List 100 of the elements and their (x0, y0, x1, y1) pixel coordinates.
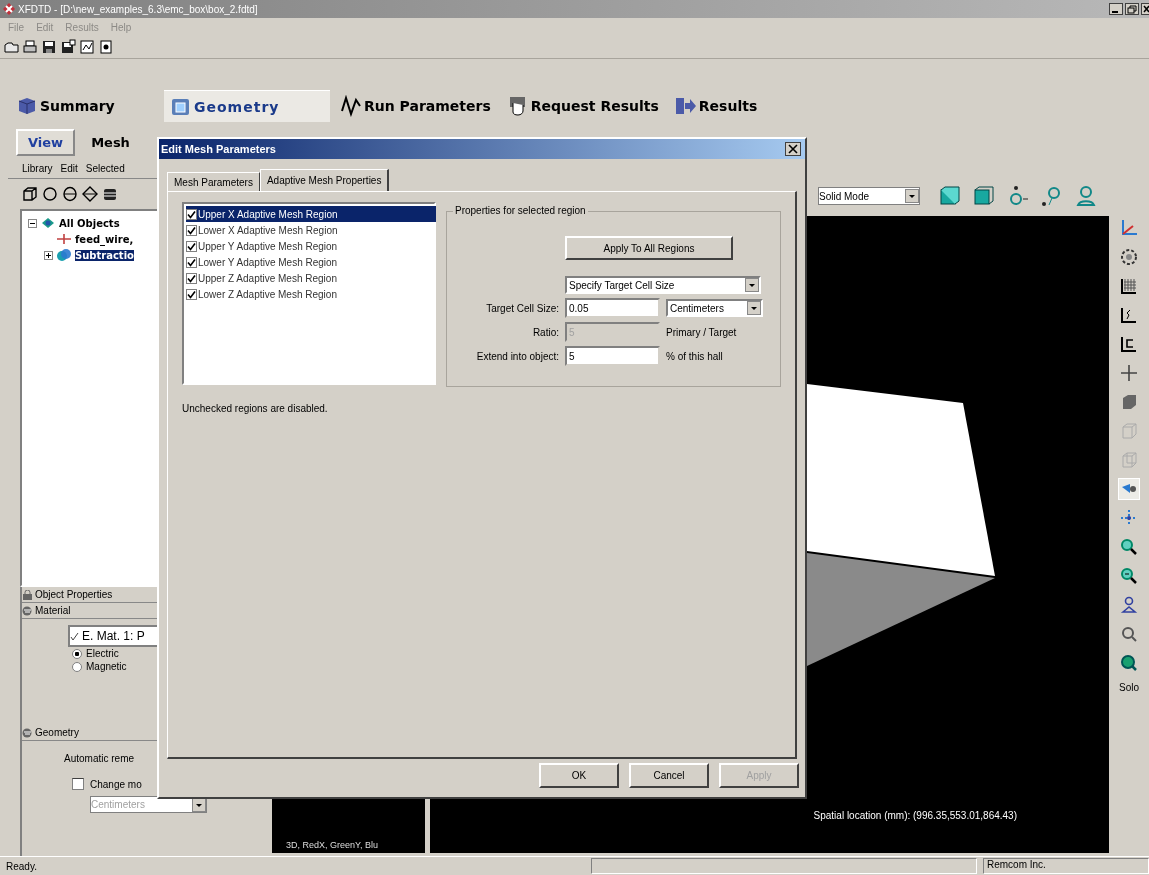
objects-icon (56, 248, 72, 262)
collapse-icon (22, 727, 33, 738)
radio-label: Magnetic (86, 661, 127, 672)
field-label: Ratio: (531, 326, 559, 338)
zoom-icon[interactable] (1119, 566, 1139, 586)
menu-item[interactable]: Selected (85, 162, 125, 174)
expand-icon[interactable] (44, 250, 53, 260)
solo-label[interactable]: Solo (1119, 682, 1139, 693)
mode-dropdown[interactable]: Solid Mode (818, 187, 920, 205)
person-icon[interactable] (1119, 595, 1139, 615)
tree-item[interactable]: feed_wire, (75, 233, 134, 245)
list-item[interactable]: Lower Y Adaptive Mesh Region (186, 254, 436, 270)
units-label: Primary / Target (666, 326, 738, 338)
close-icon[interactable] (785, 142, 801, 156)
radio-label: Electric (86, 648, 119, 659)
location-readout: Spatial location (mm): (996.35,553.01,864.43) (813, 810, 1017, 821)
dropdown-value: Centimeters (91, 799, 145, 810)
main-tab[interactable]: Request Results (500, 90, 665, 122)
field-label: Extend into object: (475, 350, 559, 362)
checkbox-label: Change mo (90, 778, 142, 790)
dialog-button[interactable]: Cancel (629, 763, 709, 788)
radio-button[interactable] (72, 648, 82, 659)
dropdown-value: Solid Mode (819, 190, 870, 202)
sub-tab[interactable]: Mesh (81, 130, 140, 154)
geometry-text: Automatic reme (64, 753, 136, 764)
checkbox[interactable] (186, 288, 197, 300)
chart-icon[interactable] (1119, 334, 1139, 354)
window-title: XFDTD - [D:\new_examples_6.3\emc_box\box_2.fdtd] (18, 3, 259, 15)
checkbox[interactable] (186, 240, 197, 252)
dialog-tab[interactable]: Mesh Parameters (167, 172, 260, 191)
axes-icon[interactable] (1119, 218, 1139, 238)
input-field[interactable]: 5 (565, 346, 660, 366)
status-message: Ready. (5, 860, 38, 872)
document-icon[interactable] (98, 39, 114, 55)
objects-icon (40, 216, 56, 230)
list-item[interactable]: Lower X Adaptive Mesh Region (186, 222, 436, 238)
section-title: Material (35, 605, 71, 616)
person-icon[interactable] (1074, 185, 1098, 207)
list-item[interactable]: Upper Y Adaptive Mesh Region (186, 238, 436, 254)
open-icon[interactable] (3, 39, 19, 55)
zoom-icon[interactable] (1119, 653, 1139, 673)
mode-dropdown[interactable]: Specify Target Cell Size (565, 276, 761, 294)
restore-icon[interactable] (1125, 3, 1139, 15)
stack-icon[interactable] (102, 186, 118, 202)
section-title: Object Properties (35, 589, 113, 600)
main-tab[interactable]: Results (668, 90, 764, 122)
diamond-icon[interactable] (82, 186, 98, 202)
app-logo-icon (2, 2, 16, 16)
dropdown-value: Specify Target Cell Size (569, 279, 675, 291)
main-tab[interactable]: Summary (10, 90, 160, 122)
collapse-icon (22, 605, 33, 616)
dropdown-value: Centimeters (670, 302, 724, 314)
axes-label: 3D, RedX, GreenY, Blu (285, 840, 378, 852)
list-item[interactable]: Upper X Adaptive Mesh Region (186, 206, 436, 222)
list-item[interactable]: Lower Z Adaptive Mesh Region (186, 286, 436, 302)
checkbox[interactable] (186, 208, 197, 220)
dropdown-value: E. Mat. 1: P (82, 629, 145, 643)
arrow-icon (674, 95, 697, 117)
checkbox[interactable] (186, 256, 197, 268)
menu-item[interactable]: Library (22, 162, 53, 174)
dialog-tab[interactable]: Adaptive Mesh Properties (259, 169, 390, 191)
rotate-icon[interactable] (1119, 247, 1139, 267)
note-text: Unchecked regions are disabled. (182, 403, 329, 414)
group-title: Properties for selected region (453, 205, 588, 216)
save-all-icon[interactable] (60, 39, 76, 55)
waveform-icon (340, 95, 362, 117)
collapse-icon[interactable] (28, 218, 37, 228)
list-item[interactable]: Upper Z Adaptive Mesh Region (186, 270, 436, 286)
tree-item[interactable]: Subtractio (75, 249, 134, 261)
checkbox[interactable] (72, 778, 84, 790)
save-icon[interactable] (41, 39, 57, 55)
status-company: Remcom Inc. (983, 858, 1149, 874)
apply-all-button[interactable]: Apply To All Regions (565, 236, 733, 260)
radio-button[interactable] (72, 661, 82, 672)
cylinder-icon[interactable] (62, 186, 78, 202)
checkbox[interactable] (186, 224, 197, 236)
grid-icon[interactable] (1119, 276, 1139, 296)
main-tab[interactable]: Run Parameters (334, 90, 497, 122)
print-icon[interactable] (22, 39, 38, 55)
tree-item[interactable]: All Objects (59, 217, 120, 229)
lock-icon (22, 589, 33, 600)
sphere-icon[interactable] (42, 186, 58, 202)
units-dropdown[interactable]: Centimeters (666, 299, 763, 317)
input-field[interactable]: 0.05 (565, 298, 660, 318)
zoom-icon[interactable] (1119, 537, 1139, 557)
chart-icon[interactable] (79, 39, 95, 55)
menu-item[interactable]: Edit (60, 162, 78, 174)
sub-tab[interactable]: View (16, 128, 76, 156)
dialog-title: Edit Mesh Parameters (161, 143, 276, 155)
crosshair-icon[interactable] (1119, 363, 1139, 383)
chart-icon[interactable] (1119, 305, 1139, 325)
dialog-button[interactable]: OK (539, 763, 619, 788)
minimize-icon[interactable] (1109, 3, 1123, 15)
wire-icon (56, 232, 72, 246)
main-tab[interactable]: Geometry (164, 90, 330, 122)
checkbox[interactable] (186, 272, 197, 284)
close-icon[interactable] (1141, 3, 1149, 15)
section-title: Geometry (35, 727, 79, 738)
units-label: % of this hall (666, 350, 724, 362)
field-label: Target Cell Size: (485, 302, 559, 314)
